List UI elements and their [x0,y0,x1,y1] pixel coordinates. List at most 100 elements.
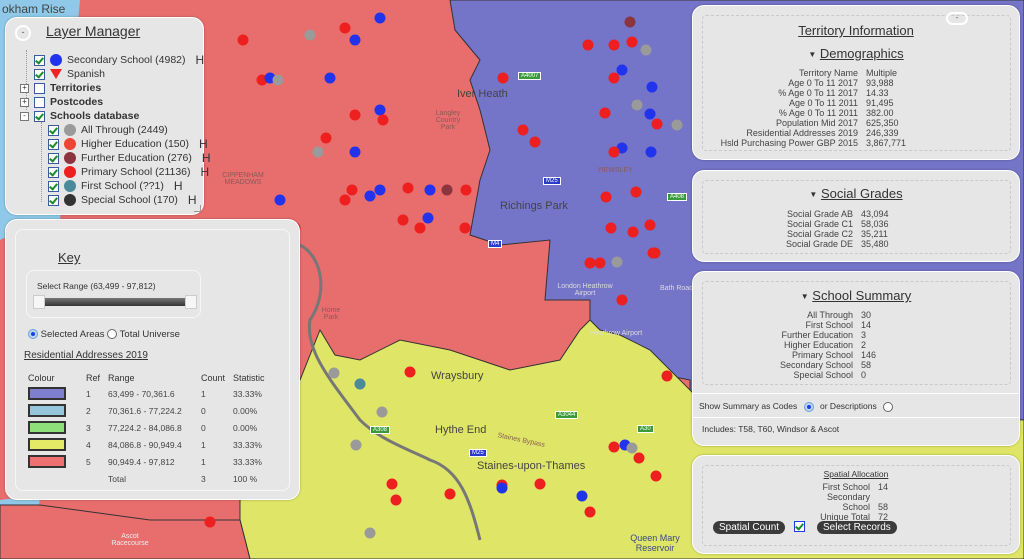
school-marker[interactable] [328,367,340,379]
layer-secondary-school[interactable]: Secondary School (4982) H [34,53,204,67]
layer-school-1[interactable]: Higher Education (150) H [48,137,208,151]
school-marker[interactable] [600,191,612,203]
school-summary-header[interactable]: ▼ School Summary [693,288,1019,303]
select-records-button[interactable]: Select Records [817,521,897,534]
school-marker[interactable] [320,132,332,144]
layer-school-checkbox[interactable] [48,138,59,150]
school-marker[interactable] [616,64,628,76]
school-marker[interactable] [576,490,588,502]
layer-school-5[interactable]: Special School (170) H [48,193,197,207]
layer-territories-checkbox[interactable] [34,82,45,94]
range-slider-track[interactable] [35,298,193,306]
expand-icon[interactable]: + [20,98,29,107]
school-marker[interactable] [599,107,611,119]
school-marker[interactable] [349,109,361,121]
school-marker[interactable] [497,72,509,84]
colour-swatch[interactable] [28,438,66,451]
school-marker[interactable] [584,506,596,518]
school-marker[interactable] [339,22,351,34]
layer-postcodes-checkbox[interactable] [34,96,45,108]
layer-schools-database-checkbox[interactable] [34,110,45,122]
school-marker[interactable] [376,406,388,418]
school-marker[interactable] [324,72,336,84]
expand-icon[interactable]: + [20,84,29,93]
hotkey-label[interactable]: H [174,179,183,193]
layer-school-4[interactable]: First School (??1) H [48,179,183,193]
school-marker[interactable] [646,81,658,93]
layer-school-3[interactable]: Primary School (21136) H [48,165,209,179]
resize-handle[interactable] [194,205,201,212]
school-marker[interactable] [640,44,652,56]
radio-selected-areas[interactable]: Selected Areas [28,329,105,340]
school-marker[interactable] [631,99,643,111]
school-marker[interactable] [608,39,620,51]
codes-radio[interactable] [803,401,814,412]
school-marker[interactable] [611,256,623,268]
school-marker[interactable] [459,222,471,234]
colour-swatch[interactable] [28,421,66,434]
school-marker[interactable] [645,146,657,158]
layer-secondary-school-checkbox[interactable] [34,54,45,66]
key-colour-cell[interactable] [24,402,82,419]
layer-postcodes[interactable]: + Postcodes [20,95,103,109]
school-marker[interactable] [627,226,639,238]
school-marker[interactable] [644,108,656,120]
colour-swatch[interactable] [28,404,66,417]
school-marker[interactable] [460,184,472,196]
spatial-count-checkbox[interactable] [794,521,805,532]
school-marker[interactable] [444,488,456,500]
school-marker[interactable] [374,184,386,196]
school-marker[interactable] [608,441,620,453]
social-grades-header[interactable]: ▼ Social Grades [693,186,1019,201]
school-marker[interactable] [414,222,426,234]
school-marker[interactable] [237,34,249,46]
school-marker[interactable] [661,370,673,382]
school-marker[interactable] [349,146,361,158]
school-marker[interactable] [630,186,642,198]
layer-school-checkbox[interactable] [48,180,59,192]
school-marker[interactable] [350,439,362,451]
layer-territories[interactable]: + Territories [20,81,101,95]
layer-school-0[interactable]: All Through (2449) [48,123,178,137]
school-marker[interactable] [529,136,541,148]
school-marker[interactable] [377,114,389,126]
school-marker[interactable] [404,366,416,378]
school-marker[interactable] [534,478,546,490]
school-marker[interactable] [605,222,617,234]
hotkey-label[interactable]: H [199,137,208,151]
school-marker[interactable] [496,482,508,494]
school-marker[interactable] [349,34,361,46]
hotkey-label[interactable]: H [202,151,211,165]
school-marker[interactable] [346,184,358,196]
layer-school-2[interactable]: Further Education (276) H [48,151,211,165]
school-marker[interactable] [517,124,529,136]
school-marker[interactable] [624,16,636,28]
school-marker[interactable] [608,146,620,158]
school-marker[interactable] [594,257,606,269]
school-marker[interactable] [304,29,316,41]
school-marker[interactable] [608,72,620,84]
layer-school-checkbox[interactable] [48,166,59,178]
key-variable-title[interactable]: Residential Addresses 2019 [24,350,148,361]
key-colour-cell[interactable] [24,419,82,436]
school-marker[interactable] [364,190,376,202]
layer-school-checkbox[interactable] [48,194,59,206]
school-marker[interactable] [386,478,398,490]
hotkey-label[interactable]: H [201,165,210,179]
school-marker[interactable] [651,118,663,130]
layer-schools-database[interactable]: - Schools database [20,109,139,123]
colour-swatch[interactable] [28,455,66,468]
radio-total-universe[interactable]: Total Universe [107,329,180,340]
school-marker[interactable] [633,452,645,464]
school-marker[interactable] [422,212,434,224]
hotkey-label[interactable]: H [196,53,205,67]
school-marker[interactable] [374,104,386,116]
layer-spanish[interactable]: Spanish [34,67,105,81]
school-marker[interactable] [339,194,351,206]
school-marker[interactable] [364,527,376,539]
school-marker[interactable] [644,219,656,231]
school-marker[interactable] [204,516,216,528]
school-marker[interactable] [397,214,409,226]
school-marker[interactable] [626,442,638,454]
key-colour-cell[interactable] [24,436,82,453]
